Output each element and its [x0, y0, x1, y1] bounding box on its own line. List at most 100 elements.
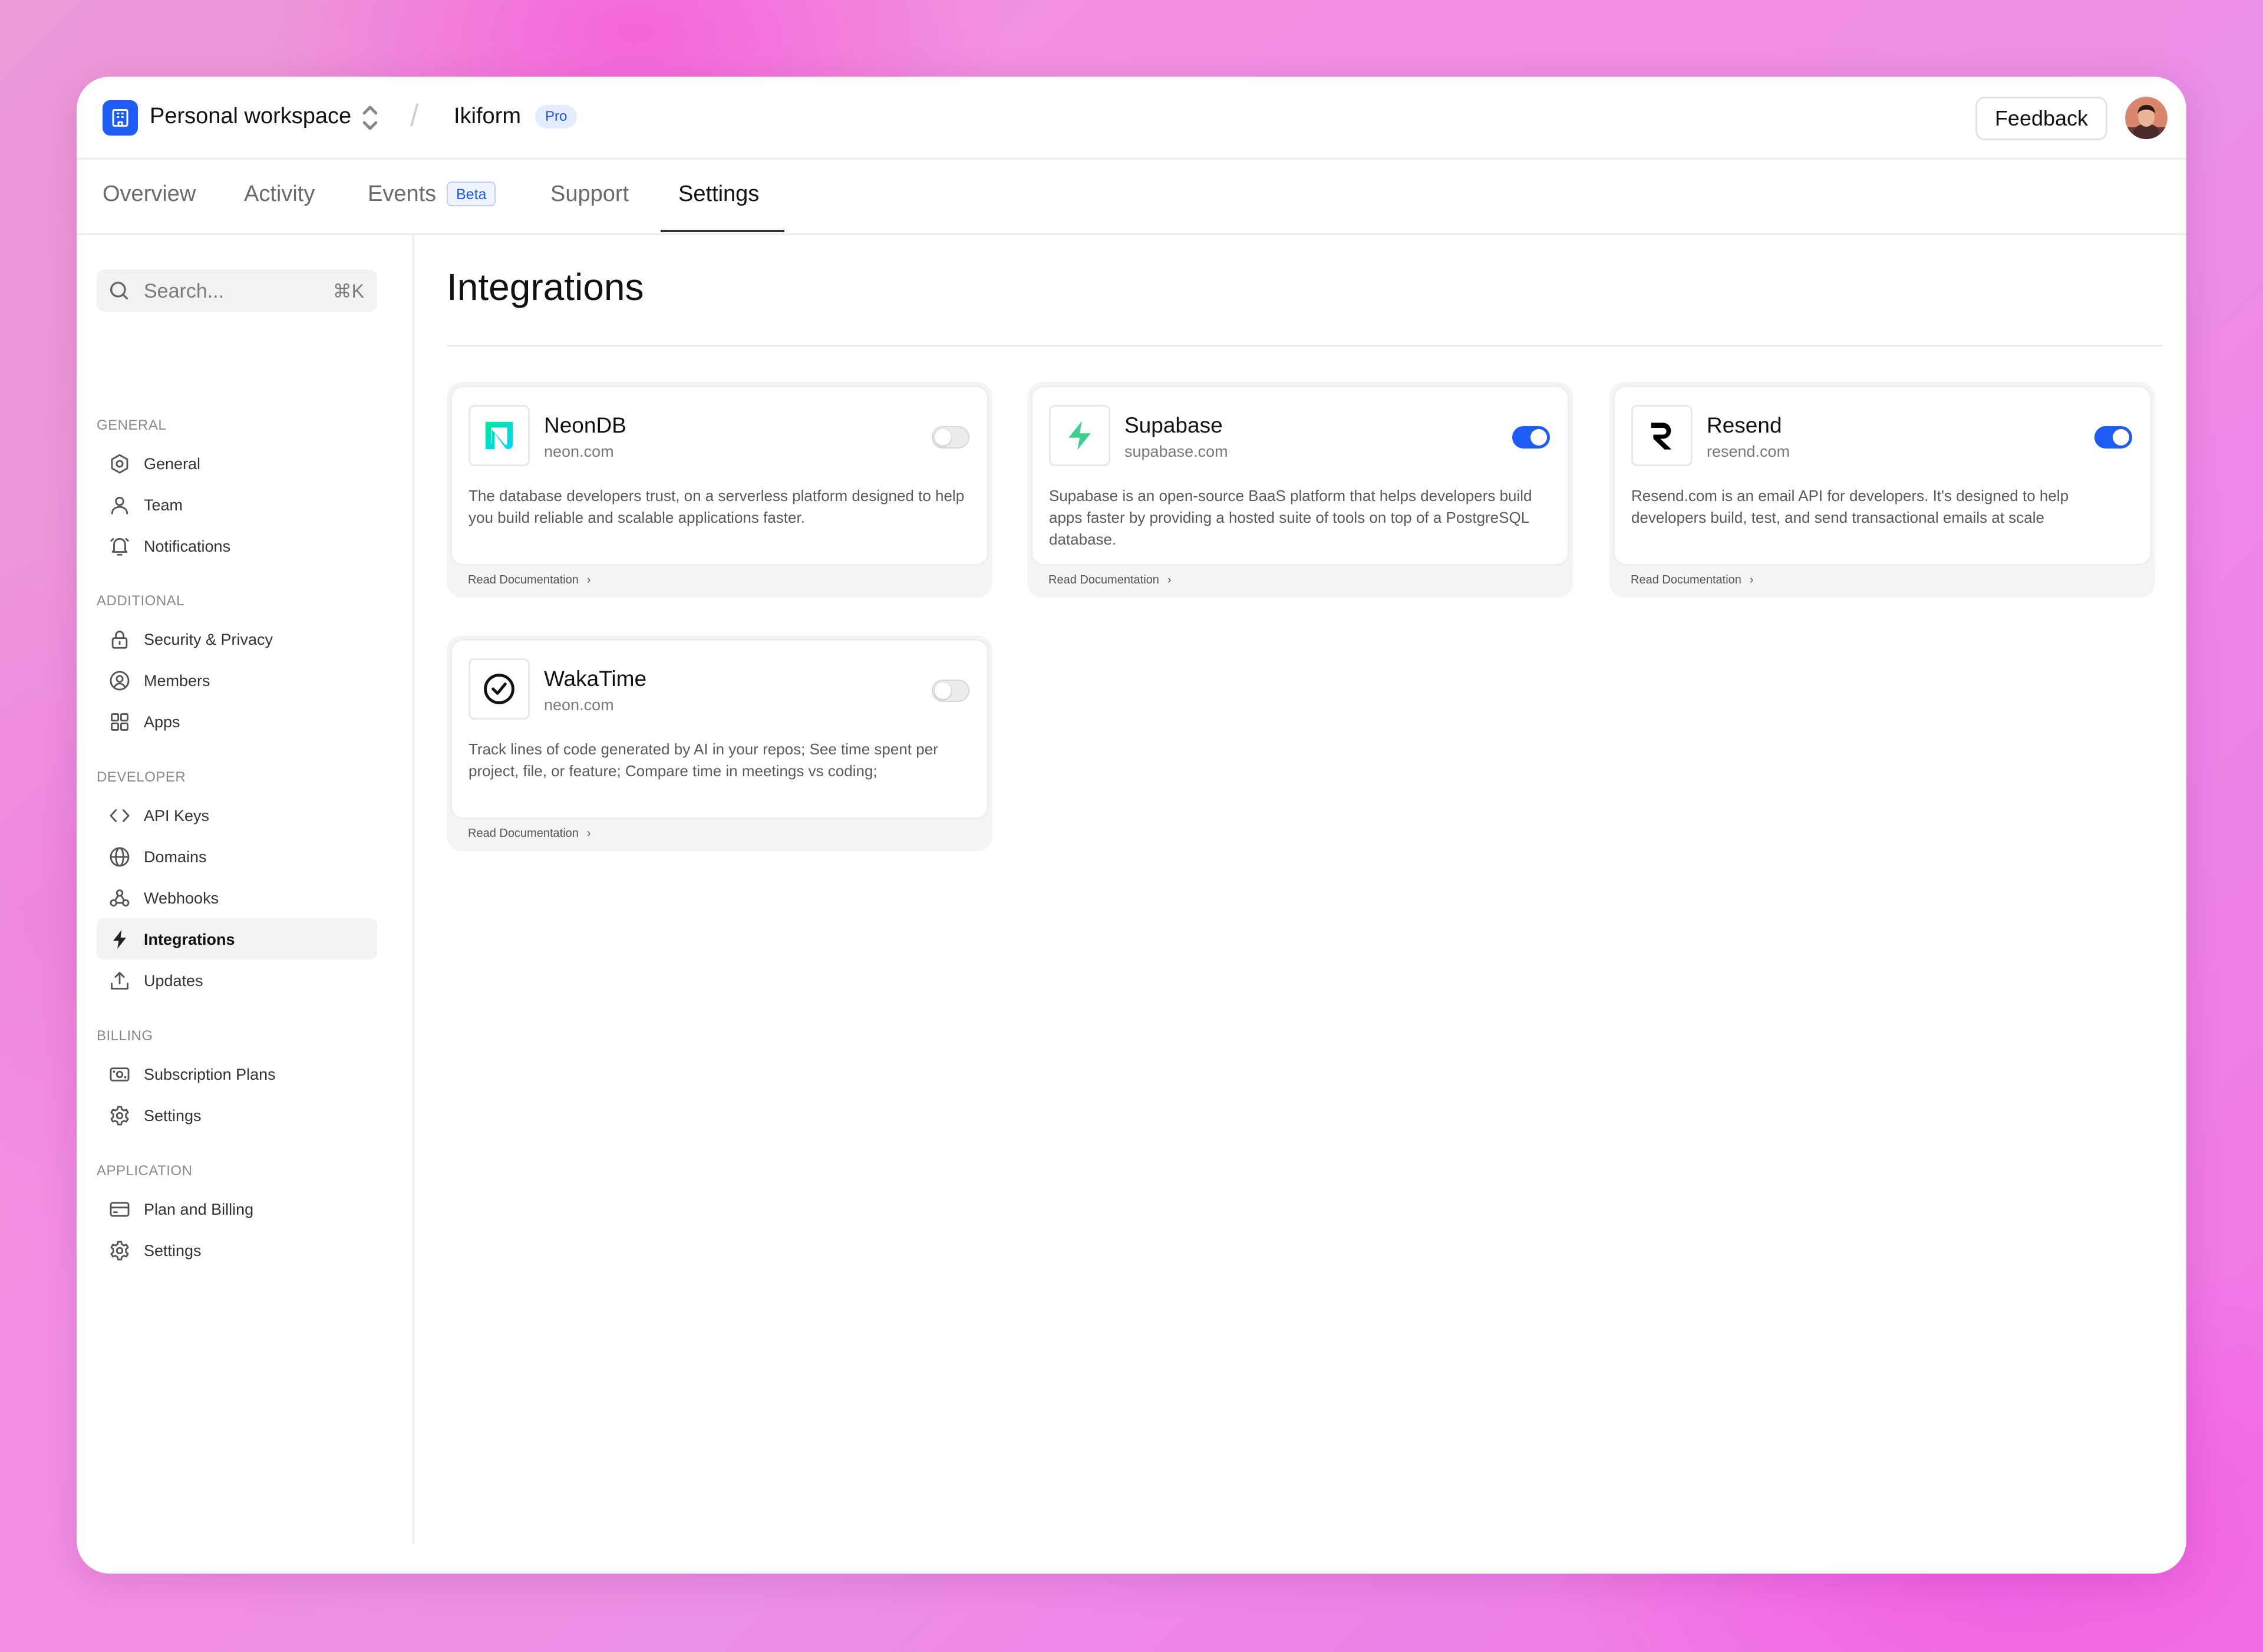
beta-badge: Beta — [447, 182, 496, 206]
bell-icon — [108, 535, 131, 558]
neondb-logo-icon — [469, 405, 530, 466]
sidebar-item-subscription-plans[interactable]: Subscription Plans — [97, 1053, 377, 1094]
integration-description: Resend.com is an email API for developer… — [1631, 487, 2069, 526]
tab-overview[interactable]: Overview — [103, 182, 196, 207]
resend-toggle[interactable] — [2094, 426, 2132, 449]
project-name[interactable]: Ikiform — [454, 104, 521, 129]
bolt-icon — [108, 928, 131, 951]
chevron-right-icon: › — [586, 573, 591, 586]
integration-description: Supabase is an open-source BaaS platform… — [1049, 487, 1532, 548]
read-documentation-link[interactable]: Read Documentation › — [468, 827, 591, 840]
settings-icon — [108, 453, 131, 475]
sidebar-item-label: Settings — [144, 1242, 202, 1259]
banknote-icon — [108, 1063, 131, 1086]
nav-tabs: Overview Activity Events Support Setting… — [77, 158, 2186, 235]
section-title-additional: ADDITIONAL — [97, 593, 185, 609]
globe-icon — [108, 846, 131, 868]
integration-domain: neon.com — [544, 696, 614, 714]
sidebar-item-label: Team — [144, 496, 183, 514]
read-documentation-link[interactable]: Read Documentation › — [1631, 573, 1754, 587]
chevron-right-icon: › — [1749, 573, 1754, 586]
sidebar-item-api-keys[interactable]: API Keys — [97, 794, 377, 836]
workspace-switcher-chevron-icon[interactable] — [359, 101, 381, 134]
sidebar-item-general[interactable]: General — [97, 443, 377, 484]
sidebar-item-label: Security & Privacy — [144, 631, 273, 648]
user-circle-icon — [108, 670, 131, 692]
search-shortcut: ⌘K — [332, 281, 364, 302]
section-title-developer: DEVELOPER — [97, 769, 186, 785]
tab-settings[interactable]: Settings — [678, 182, 759, 207]
settings-sidebar: Search... ⌘K GENERAL General Team Notifi… — [77, 235, 414, 1544]
integration-description: Track lines of code generated by AI in y… — [469, 740, 938, 780]
grid-icon — [108, 711, 131, 733]
wakatime-toggle[interactable] — [932, 680, 969, 702]
webhook-icon — [108, 887, 131, 909]
sidebar-item-updates[interactable]: Updates — [97, 959, 377, 1001]
sidebar-item-billing-settings[interactable]: Settings — [97, 1094, 377, 1136]
integration-description: The database developers trust, on a serv… — [469, 487, 965, 526]
search-input[interactable]: Search... ⌘K — [97, 269, 377, 312]
user-avatar[interactable] — [2125, 97, 2168, 139]
feedback-button[interactable]: Feedback — [1975, 97, 2107, 140]
integration-card-neondb: NeonDB neon.com The database developers … — [447, 382, 992, 598]
active-tab-indicator — [661, 230, 784, 232]
upload-icon — [108, 970, 131, 992]
neondb-toggle[interactable] — [932, 426, 969, 449]
gear-icon — [108, 1239, 131, 1262]
section-title-general: GENERAL — [97, 417, 167, 433]
section-title-application: APPLICATION — [97, 1163, 193, 1179]
integration-domain: resend.com — [1707, 443, 1790, 460]
sidebar-item-integrations[interactable]: Integrations — [97, 918, 377, 959]
title-divider — [447, 345, 2163, 347]
sidebar-item-security[interactable]: Security & Privacy — [97, 618, 377, 660]
code-icon — [108, 804, 131, 827]
chevron-right-icon: › — [1167, 573, 1172, 586]
resend-logo-icon — [1631, 405, 1693, 466]
sidebar-item-notifications[interactable]: Notifications — [97, 525, 377, 566]
tab-events[interactable]: Events — [368, 182, 436, 207]
read-documentation-link[interactable]: Read Documentation › — [468, 573, 591, 587]
sidebar-item-label: Notifications — [144, 538, 231, 555]
credit-card-icon — [108, 1198, 131, 1221]
app-window: Personal workspace / Ikiform Pro Feedbac… — [77, 77, 2186, 1574]
sidebar-item-webhooks[interactable]: Webhooks — [97, 877, 377, 918]
sidebar-item-label: Apps — [144, 713, 180, 731]
supabase-logo-icon — [1049, 405, 1110, 466]
tab-support[interactable]: Support — [550, 182, 629, 207]
sidebar-item-label: Updates — [144, 972, 203, 990]
wakatime-logo-icon — [469, 658, 530, 720]
search-icon — [107, 279, 131, 302]
sidebar-item-label: Webhooks — [144, 889, 219, 907]
sidebar-item-app-settings[interactable]: Settings — [97, 1229, 377, 1271]
gear-icon — [108, 1104, 131, 1127]
sidebar-item-label: Domains — [144, 848, 207, 866]
workspace-building-icon[interactable] — [103, 100, 138, 136]
sidebar-item-domains[interactable]: Domains — [97, 836, 377, 877]
supabase-toggle[interactable] — [1512, 426, 1550, 449]
sidebar-item-label: Subscription Plans — [144, 1066, 276, 1083]
chevron-right-icon: › — [586, 827, 591, 840]
integration-domain: neon.com — [544, 443, 614, 460]
integration-card-wakatime: WakaTime neon.com Track lines of code ge… — [447, 635, 992, 851]
integration-card-supabase: Supabase supabase.com Supabase is an ope… — [1027, 382, 1573, 598]
read-documentation-link[interactable]: Read Documentation › — [1048, 573, 1172, 587]
sidebar-item-label: Members — [144, 672, 210, 690]
tab-activity[interactable]: Activity — [244, 182, 315, 207]
integration-name: NeonDB — [544, 413, 626, 437]
sidebar-item-members[interactable]: Members — [97, 660, 377, 701]
sidebar-item-label: Integrations — [144, 931, 235, 948]
integration-name: WakaTime — [544, 667, 647, 691]
integration-name: Supabase — [1124, 413, 1223, 437]
integration-domain: supabase.com — [1124, 443, 1228, 460]
sidebar-item-label: General — [144, 455, 201, 473]
sidebar-item-team[interactable]: Team — [97, 484, 377, 525]
search-placeholder: Search... — [144, 280, 225, 302]
integration-name: Resend — [1707, 413, 1782, 437]
sidebar-item-label: API Keys — [144, 807, 210, 825]
sidebar-item-apps[interactable]: Apps — [97, 701, 377, 742]
section-title-billing: BILLING — [97, 1028, 153, 1044]
sidebar-item-plan-and-billing[interactable]: Plan and Billing — [97, 1188, 377, 1229]
workspace-name[interactable]: Personal workspace — [150, 104, 351, 129]
page-title: Integrations — [447, 266, 644, 308]
top-header: Personal workspace / Ikiform Pro Feedbac… — [77, 77, 2186, 160]
